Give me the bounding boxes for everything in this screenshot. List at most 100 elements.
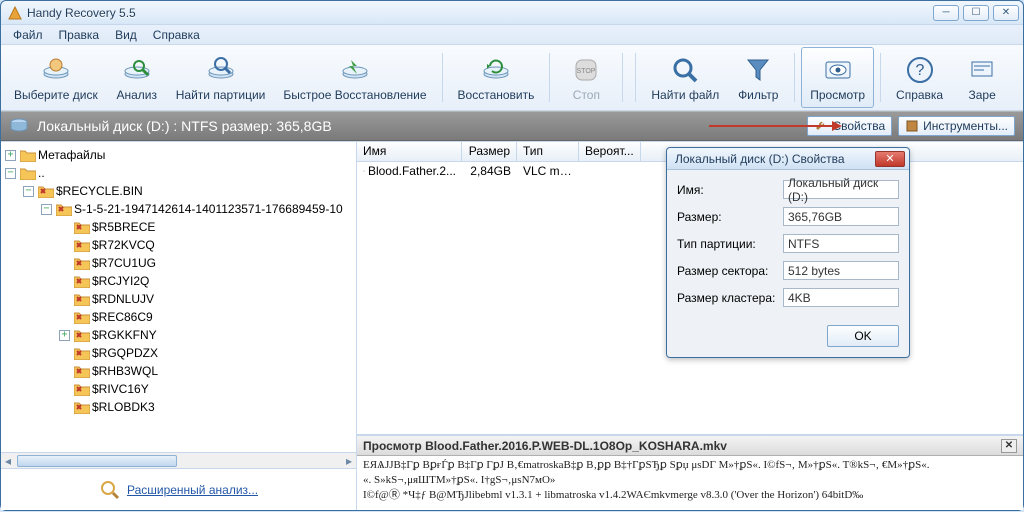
tree-expander[interactable]: + bbox=[59, 330, 70, 341]
folder-tree[interactable]: +Метафайлы −.. −$RECYCLE.BIN −S-1-5-21-1… bbox=[1, 142, 356, 452]
tree-horizontal-scrollbar[interactable]: ◂ ▸ bbox=[1, 452, 356, 468]
annotation-arrow bbox=[709, 125, 837, 127]
svg-text:STOP: STOP bbox=[577, 68, 596, 75]
file-type: VLC me... bbox=[517, 164, 579, 178]
tree-label[interactable]: .. bbox=[38, 164, 45, 182]
preview-panel: Просмотр Blood.Father.2016.P.WEB-DL.1O8O… bbox=[357, 434, 1023, 510]
tree-expander[interactable]: − bbox=[5, 168, 16, 179]
preview-line: I©f@Ⓡ *Ч‡ƒ B@MЂJlibebml v1.3.1 + libmatr… bbox=[363, 488, 1017, 503]
dialog-field-value: NTFS bbox=[783, 234, 899, 253]
toolbar-disk-select[interactable]: Выберите диск bbox=[5, 47, 107, 108]
dialog-titlebar[interactable]: Локальный диск (D:) Свойства ✕ bbox=[667, 148, 909, 170]
tree-label[interactable]: $RCJYI2Q bbox=[92, 272, 149, 290]
tree-label[interactable]: $R5BRECE bbox=[92, 218, 155, 236]
disk-recover-icon bbox=[480, 54, 512, 86]
toolbar-label: Быстрое Восстановление bbox=[283, 88, 426, 102]
preview-title: Просмотр Blood.Father.2016.P.WEB-DL.1O8O… bbox=[363, 439, 727, 453]
tree-label[interactable]: $R72KVCQ bbox=[92, 236, 155, 254]
disk-select-icon bbox=[40, 54, 72, 86]
toolbar-disk-recover[interactable]: Восстановить bbox=[449, 47, 544, 108]
preview-header: Просмотр Blood.Father.2016.P.WEB-DL.1O8O… bbox=[357, 436, 1023, 456]
folder-deleted-icon bbox=[38, 185, 54, 198]
svg-text:?: ? bbox=[915, 62, 924, 79]
col-type[interactable]: Тип bbox=[517, 142, 579, 161]
dialog-field-label: Размер: bbox=[677, 210, 783, 224]
menu-help[interactable]: Справка bbox=[145, 26, 208, 44]
magnifier-icon bbox=[99, 479, 121, 501]
toolbar-disk-partition[interactable]: Найти партиции bbox=[167, 47, 275, 108]
tools-icon bbox=[905, 119, 919, 133]
drive-info-strip: Локальный диск (D:) : NTFS размер: 365,8… bbox=[1, 111, 1023, 141]
toolbar: Выберите дискАнализ Найти партиции Быстрое… bbox=[1, 45, 1023, 111]
stop-icon: STOP bbox=[570, 54, 602, 86]
toolbar-label: Стоп bbox=[573, 88, 600, 102]
scrollbar-thumb[interactable] bbox=[17, 455, 177, 467]
tree-label[interactable]: $REC86C9 bbox=[92, 308, 153, 326]
window-title: Handy Recovery 5.5 bbox=[27, 6, 136, 20]
tree-label[interactable]: $RGQPDZX bbox=[92, 344, 158, 362]
tree-label[interactable]: $RIVC16Y bbox=[92, 380, 149, 398]
col-size[interactable]: Размер bbox=[462, 142, 517, 161]
folder-icon bbox=[20, 167, 36, 180]
tools-button[interactable]: Инструменты... bbox=[898, 116, 1015, 136]
disk-analyze-icon bbox=[121, 54, 153, 86]
dialog-field-label: Размер кластера: bbox=[677, 291, 783, 305]
tree-label[interactable]: S-1-5-21-1947142614-1401123571-176689459… bbox=[74, 200, 343, 218]
dialog-field-value: 512 bytes bbox=[783, 261, 899, 280]
menu-view[interactable]: Вид bbox=[107, 26, 145, 44]
folder-deleted-icon bbox=[74, 221, 90, 234]
toolbar-label: Заре bbox=[968, 88, 995, 102]
toolbar-label: Фильтр bbox=[738, 88, 778, 102]
folder-deleted-icon bbox=[74, 293, 90, 306]
file-size: 2,84GB bbox=[462, 164, 517, 178]
dialog-title: Локальный диск (D:) Свойства bbox=[675, 152, 845, 166]
menu-file[interactable]: Файл bbox=[5, 26, 51, 44]
dialog-close-button[interactable]: ✕ bbox=[875, 151, 905, 167]
app-icon bbox=[7, 5, 23, 21]
toolbar-label: Найти партиции bbox=[176, 88, 266, 102]
dialog-ok-button[interactable]: OK bbox=[827, 325, 899, 347]
toolbar-help[interactable]: ?Справка bbox=[887, 47, 952, 108]
file-name: Blood.Father.2... bbox=[368, 164, 456, 178]
close-button[interactable]: ✕ bbox=[993, 5, 1019, 21]
tree-label[interactable]: $RGKKFNY bbox=[92, 326, 157, 344]
col-name[interactable]: Имя bbox=[357, 142, 462, 161]
preview-icon bbox=[822, 54, 854, 86]
col-prob[interactable]: Вероят... bbox=[579, 142, 641, 161]
file-icon bbox=[363, 164, 365, 178]
minimize-button[interactable]: ─ bbox=[933, 5, 959, 21]
dialog-field-value: 4KB bbox=[783, 288, 899, 307]
filter-icon bbox=[742, 54, 774, 86]
toolbar-label: Восстановить bbox=[458, 88, 535, 102]
preview-close-button[interactable]: ✕ bbox=[1001, 439, 1017, 453]
advanced-analysis-link[interactable]: Расширенный анализ... bbox=[127, 483, 258, 497]
tree-expander[interactable]: + bbox=[5, 150, 16, 161]
folder-icon bbox=[20, 149, 36, 162]
tree-label[interactable]: $RHB3WQL bbox=[92, 362, 158, 380]
tree-label[interactable]: $RECYCLE.BIN bbox=[56, 182, 143, 200]
folder-deleted-icon bbox=[74, 239, 90, 252]
toolbar-disk-analyze[interactable]: Анализ bbox=[107, 47, 167, 108]
dialog-field-label: Имя: bbox=[677, 183, 783, 197]
tree-label[interactable]: $RDNLUJV bbox=[92, 290, 154, 308]
menu-edit[interactable]: Правка bbox=[51, 26, 108, 44]
preview-line: «. S»kS¬‚μᴙШТM»†ꝑS«. I†gS¬‚μsN7мO» bbox=[363, 473, 1017, 488]
tree-label[interactable]: $R7CU1UG bbox=[92, 254, 156, 272]
maximize-button[interactable]: ☐ bbox=[963, 5, 989, 21]
toolbar-filter[interactable]: Фильтр bbox=[728, 47, 788, 108]
toolbar-label: Найти файл bbox=[651, 88, 719, 102]
tree-label[interactable]: $RLOBDK3 bbox=[92, 398, 155, 416]
tree-expander[interactable]: − bbox=[23, 186, 34, 197]
dialog-field-value: 365,76GB bbox=[783, 207, 899, 226]
tree-pane: +Метафайлы −.. −$RECYCLE.BIN −S-1-5-21-1… bbox=[1, 142, 357, 510]
toolbar-disk-quick[interactable]: Быстрое Восстановление bbox=[274, 47, 435, 108]
disk-quick-icon bbox=[339, 54, 371, 86]
toolbar-preview[interactable]: Просмотр bbox=[801, 47, 874, 108]
tree-label[interactable]: Метафайлы bbox=[38, 146, 105, 164]
toolbar-register[interactable]: Заре bbox=[952, 47, 1012, 108]
dialog-field-value: Локальный диск (D:) bbox=[783, 180, 899, 199]
dialog-field-label: Тип партиции: bbox=[677, 237, 783, 251]
tree-expander[interactable]: − bbox=[41, 204, 52, 215]
folder-deleted-icon bbox=[74, 401, 90, 414]
toolbar-find[interactable]: Найти файл bbox=[642, 47, 728, 108]
